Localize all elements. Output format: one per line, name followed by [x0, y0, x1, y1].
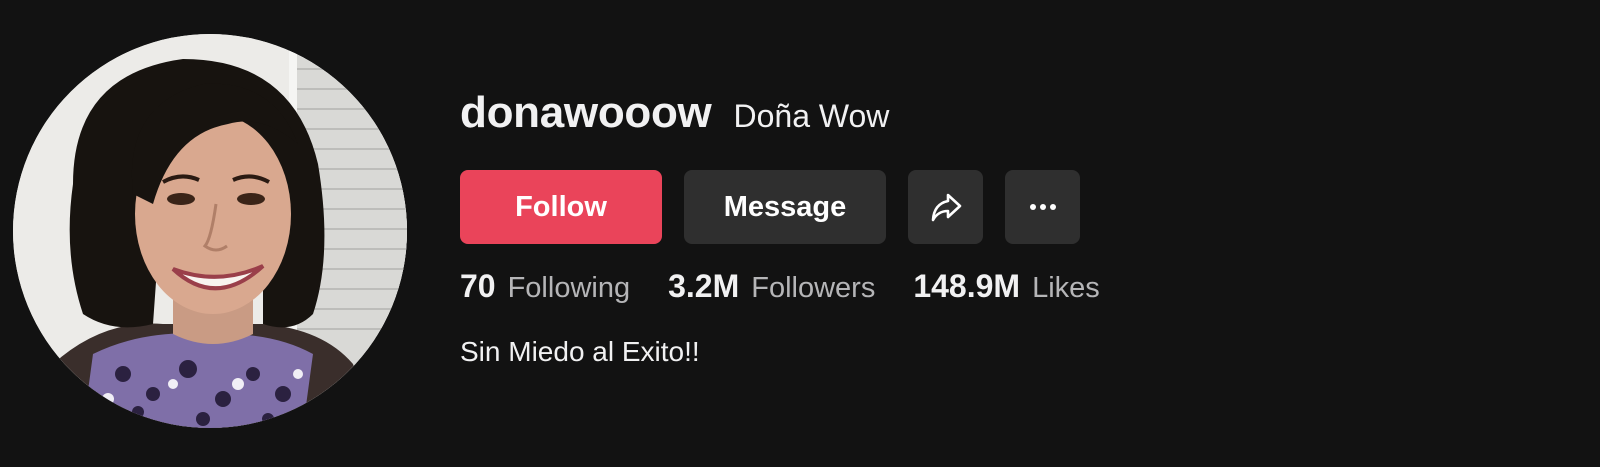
likes-count: 148.9M: [913, 268, 1021, 304]
share-arrow-icon: [931, 193, 961, 222]
more-dots-icon: [1029, 204, 1056, 210]
followers-count: 3.2M: [668, 268, 740, 304]
stat-likes: 148.9M Likes: [913, 268, 1099, 305]
following-label: Following: [507, 272, 631, 304]
likes-label: Likes: [1032, 272, 1100, 304]
stat-followers[interactable]: 3.2M Followers: [668, 268, 875, 305]
profile-stats: 70 Following 3.2M Followers 148.9M Likes: [460, 268, 1138, 305]
username: donawooow: [460, 88, 712, 137]
avatar-image: [13, 34, 407, 428]
more-options-button[interactable]: [1005, 170, 1080, 244]
followers-label: Followers: [751, 272, 876, 304]
nickname: Doña Wow: [733, 98, 890, 134]
profile-title-row: donawooow Doña Wow: [460, 88, 889, 138]
avatar[interactable]: [13, 34, 407, 428]
follow-button[interactable]: Follow: [460, 170, 662, 244]
following-count: 70: [460, 268, 496, 304]
stat-following[interactable]: 70 Following: [460, 268, 630, 305]
share-button[interactable]: [908, 170, 983, 244]
profile-bio: Sin Miedo al Exito!!: [460, 336, 700, 367]
message-button[interactable]: Message: [684, 170, 886, 244]
profile-actions: Follow Message: [460, 170, 1080, 244]
